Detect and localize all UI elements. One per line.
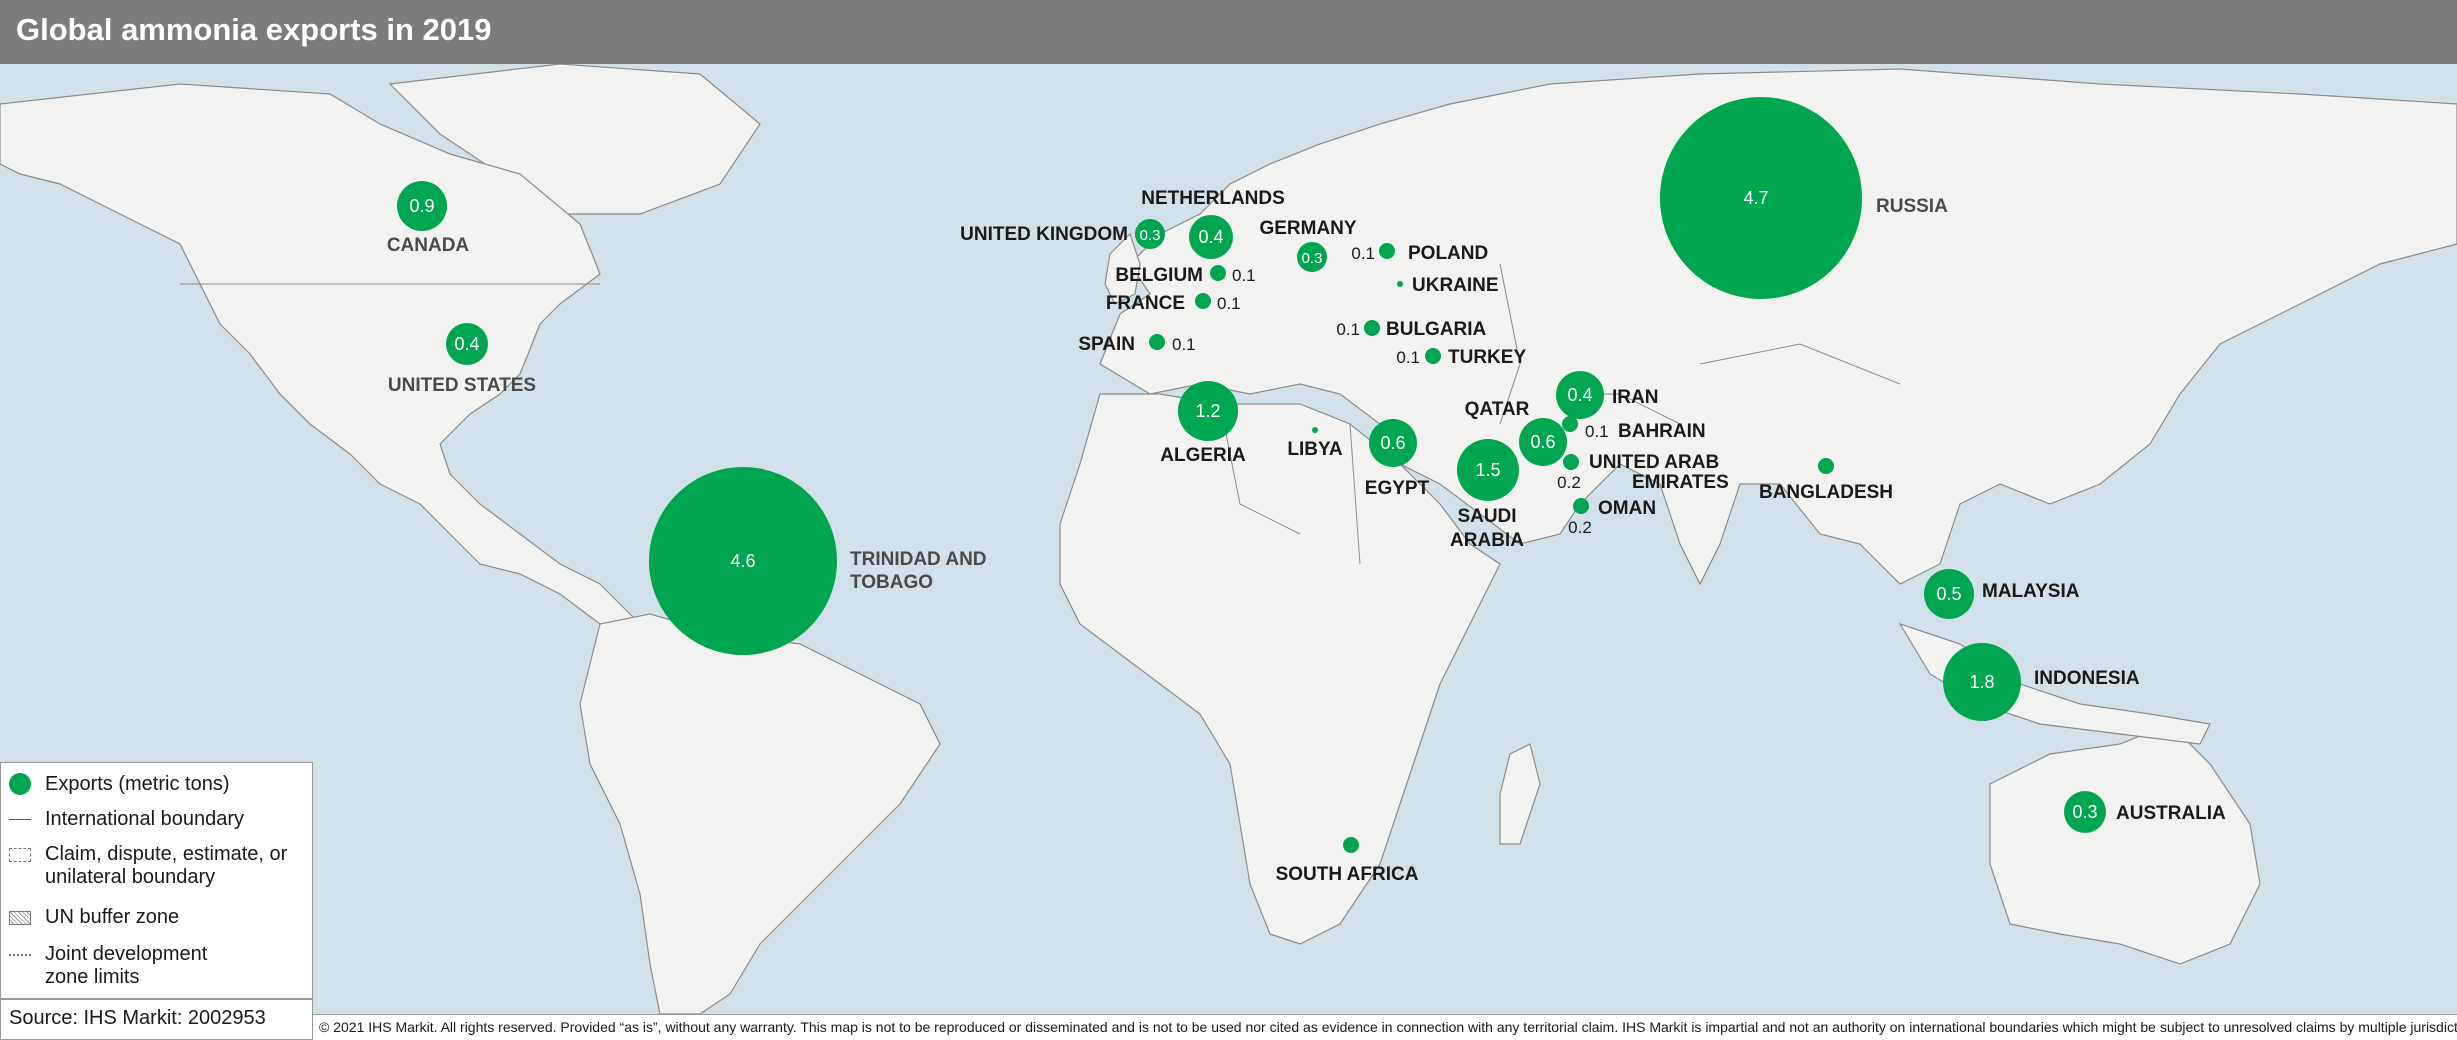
value-bulgaria: 0.1 (1336, 320, 1360, 339)
bubble-bahrain[interactable] (1562, 416, 1578, 432)
legend-claim-dispute-label: Claim, dispute, estimate, or unilateral … (45, 843, 288, 888)
value-oman: 0.2 (1568, 518, 1592, 537)
value-united-arab-emirates: 0.2 (1557, 473, 1581, 492)
bubble-value-iran: 0.4 (1567, 385, 1592, 405)
source-note: Source: IHS Markit: 2002953 (0, 999, 313, 1040)
label-turkey: TURKEY (1448, 347, 1526, 368)
legend-item-exports: Exports (metric tons) (9, 773, 305, 796)
label-saudi-arabia-line1: SAUDI (1457, 506, 1516, 527)
label-united-arab-emirates-line1: UNITED ARAB (1589, 452, 1719, 473)
copyright-notice: © 2021 IHS Markit. All rights reserved. … (313, 1014, 2457, 1040)
legend-exports-label: Exports (metric tons) (45, 773, 230, 795)
label-bangladesh: BANGLADESH (1759, 482, 1893, 503)
bubble-value-qatar: 0.6 (1530, 432, 1555, 452)
label-oman: OMAN (1598, 498, 1656, 519)
legend-un-buffer-label: UN buffer zone (45, 906, 180, 928)
value-bahrain: 0.1 (1585, 422, 1609, 441)
bubble-value-trinidad-and-tobago: 4.6 (730, 551, 755, 571)
bubble-ukraine[interactable] (1397, 281, 1403, 287)
bubble-value-indonesia: 1.8 (1969, 672, 1994, 692)
value-belgium: 0.1 (1232, 266, 1256, 285)
bubble-south-africa[interactable] (1343, 837, 1359, 853)
legend-item-joint-development: Joint development zone limits (9, 943, 245, 989)
bubble-poland[interactable] (1379, 243, 1395, 259)
world-map[interactable]: 0.9 CANADA 0.4 UNITED STATES 4.6 TRINIDA… (0, 64, 2457, 1014)
bubble-value-malaysia: 0.5 (1936, 584, 1961, 604)
label-libya: LIBYA (1287, 439, 1343, 460)
bubble-oman[interactable] (1573, 498, 1589, 514)
bubble-value-netherlands: 0.4 (1198, 227, 1223, 247)
value-poland: 0.1 (1351, 244, 1375, 263)
legend-international-boundary-label: International boundary (45, 808, 245, 830)
label-australia: AUSTRALIA (2116, 803, 2226, 824)
label-bahrain: BAHRAIN (1618, 421, 1706, 442)
label-ukraine: UKRAINE (1412, 275, 1499, 296)
label-algeria: ALGERIA (1160, 445, 1246, 466)
label-france: FRANCE (1106, 293, 1185, 314)
label-germany: GERMANY (1259, 218, 1356, 239)
legend-green-dot-icon (9, 773, 31, 795)
label-south-africa: SOUTH AFRICA (1276, 864, 1419, 885)
bubble-turkey[interactable] (1425, 348, 1441, 364)
bubble-value-united-kingdom: 0.3 (1140, 227, 1161, 244)
legend-item-international-boundary: International boundary (9, 808, 305, 831)
label-spain: SPAIN (1078, 334, 1135, 355)
bubble-bulgaria[interactable] (1364, 320, 1380, 336)
label-united-states: UNITED STATES (388, 375, 536, 396)
legend-hatched-box-icon (9, 906, 31, 928)
bubble-value-russia: 4.7 (1743, 188, 1768, 208)
bubble-libya[interactable] (1312, 427, 1318, 433)
label-indonesia: INDONESIA (2034, 668, 2140, 689)
label-netherlands: NETHERLANDS (1141, 188, 1285, 209)
bubble-france[interactable] (1195, 293, 1211, 309)
label-saudi-arabia-line2: ARABIA (1450, 530, 1524, 551)
label-bulgaria: BULGARIA (1386, 319, 1487, 340)
land-madagascar (1499, 743, 1541, 845)
bubble-value-canada: 0.9 (409, 196, 434, 216)
legend-item-un-buffer: UN buffer zone (9, 906, 305, 929)
label-trinidad-and-tobago-line2: TOBAGO (850, 572, 933, 593)
bubble-value-germany: 0.3 (1302, 250, 1323, 267)
label-united-arab-emirates-line2: EMIRATES (1632, 472, 1729, 493)
legend-dotted-line-icon (9, 943, 31, 965)
land-south-america (579, 613, 941, 1014)
label-egypt: EGYPT (1365, 478, 1430, 499)
bubble-belgium[interactable] (1210, 265, 1226, 281)
value-france: 0.1 (1217, 294, 1241, 313)
label-iran: IRAN (1612, 387, 1658, 408)
label-malaysia: MALAYSIA (1982, 581, 2080, 602)
bubble-united-arab-emirates[interactable] (1563, 454, 1579, 470)
value-spain: 0.1 (1172, 335, 1196, 354)
legend-item-claim-dispute: Claim, dispute, estimate, or unilateral … (9, 843, 305, 889)
bubble-value-saudi-arabia: 1.5 (1475, 460, 1500, 480)
value-turkey: 0.1 (1396, 348, 1420, 367)
label-belgium: BELGIUM (1115, 265, 1203, 286)
map-title: Global ammonia exports in 2019 (16, 12, 492, 47)
bubble-value-algeria: 1.2 (1195, 401, 1220, 421)
legend-solid-line-icon (9, 808, 31, 830)
label-poland: POLAND (1408, 243, 1488, 264)
bubble-spain[interactable] (1149, 334, 1165, 350)
title-bar: Global ammonia exports in 2019 (0, 0, 2457, 64)
label-russia: RUSSIA (1876, 196, 1948, 217)
bubble-value-australia: 0.3 (2072, 802, 2097, 822)
label-trinidad-and-tobago-line1: TRINIDAD AND (850, 549, 987, 570)
land-australia (1989, 723, 2261, 965)
bubble-value-united-states: 0.4 (454, 334, 479, 354)
bubble-bangladesh[interactable] (1818, 458, 1834, 474)
label-qatar: QATAR (1465, 399, 1530, 420)
legend-joint-development-label: Joint development zone limits (45, 943, 208, 988)
map-legend: Exports (metric tons) International boun… (0, 762, 313, 999)
label-united-kingdom: UNITED KINGDOM (960, 224, 1128, 245)
map-canvas: 0.9 CANADA 0.4 UNITED STATES 4.6 TRINIDA… (0, 64, 2457, 1014)
bubble-value-egypt: 0.6 (1380, 433, 1405, 453)
label-canada: CANADA (387, 235, 470, 256)
legend-dashed-box-icon (9, 843, 31, 865)
